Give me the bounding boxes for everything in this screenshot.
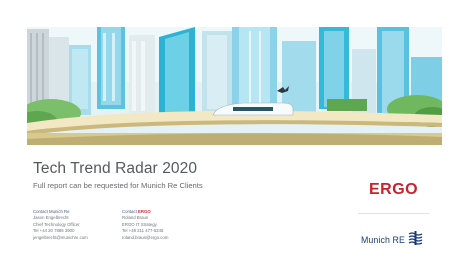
contact-munich-email[interactable]: jengelbrecht@munichre.com	[33, 235, 88, 241]
contact-ergo-heading-brand: ERGO	[138, 209, 151, 214]
contact-ergo-email[interactable]: roland.braun@ergo.com	[122, 235, 168, 241]
contact-ergo-phone: Tel +49 211 477-5245	[122, 228, 164, 234]
munich-re-wave-icon	[408, 230, 423, 250]
city-illustration-banner	[27, 27, 442, 145]
contact-ergo: Contact ERGO Roland Braun ERGO IT Strate…	[122, 209, 168, 241]
logo-divider	[358, 213, 430, 214]
slide: Tech Trend Radar 2020 Full report can be…	[0, 0, 455, 265]
contact-munich-re: Contact Munich Re Jason Engelbrecht Chie…	[33, 209, 88, 241]
slide-subtitle: Full report can be requested for Munich …	[33, 181, 203, 190]
ergo-logo: ERGO	[369, 181, 419, 198]
slide-title: Tech Trend Radar 2020	[33, 160, 198, 177]
munich-re-logo: Munich RE	[361, 230, 423, 250]
contact-ergo-heading-prefix: Contact	[122, 209, 139, 214]
munich-re-logo-text: Munich RE	[361, 235, 405, 245]
